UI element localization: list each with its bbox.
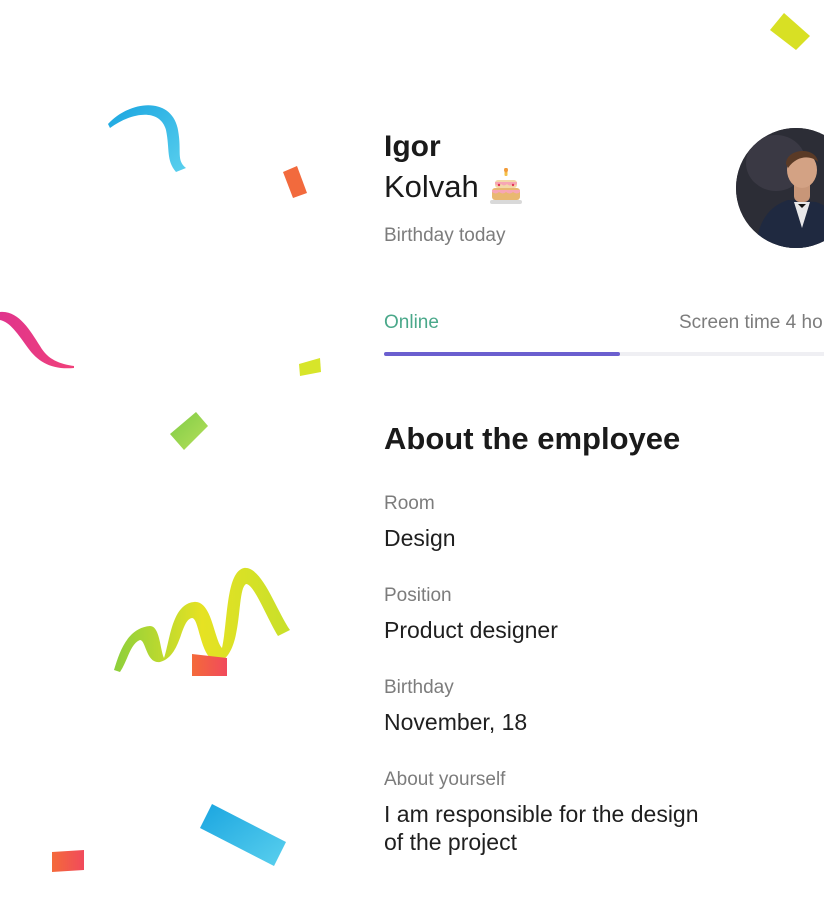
- last-name: Kolvah: [384, 169, 479, 204]
- tab-screen-time[interactable]: Screen time 4 ho: [679, 310, 823, 336]
- section-title: About the employee: [384, 421, 681, 456]
- last-name-row: Kolvah: [384, 167, 523, 206]
- avatar: [736, 128, 824, 248]
- tab-active-indicator: [384, 352, 620, 356]
- confetti-orange-tube: [192, 654, 227, 676]
- confetti-orange-bottom: [52, 850, 84, 872]
- birthday-subtitle: Birthday today: [384, 225, 506, 246]
- confetti-blue-strip: [200, 804, 286, 866]
- confetti-yellow-piece: [770, 13, 810, 50]
- room-value: Design: [384, 525, 456, 551]
- confetti-blue-curl: [108, 105, 186, 172]
- confetti-spiral: [114, 567, 290, 672]
- first-name: Igor: [384, 130, 441, 163]
- tab-bar: Online Screen time 4 ho: [384, 310, 824, 356]
- tab-online[interactable]: Online: [384, 310, 439, 336]
- confetti-pink-ribbon: [0, 311, 74, 369]
- confetti-small-yellow: [299, 358, 321, 376]
- confetti-green-piece: [170, 412, 208, 450]
- position-value: Product designer: [384, 617, 558, 643]
- confetti-orange-piece: [283, 166, 307, 198]
- about-label: About yourself: [384, 769, 506, 790]
- about-value-line-1: I am responsible for the design: [384, 801, 699, 827]
- birthday-value: November, 18: [384, 709, 528, 735]
- birthday-cake-icon: [489, 167, 523, 206]
- about-value-line-2: of the project: [384, 829, 517, 855]
- room-label: Room: [384, 493, 435, 514]
- birthday-label: Birthday: [384, 677, 454, 698]
- position-label: Position: [384, 585, 452, 606]
